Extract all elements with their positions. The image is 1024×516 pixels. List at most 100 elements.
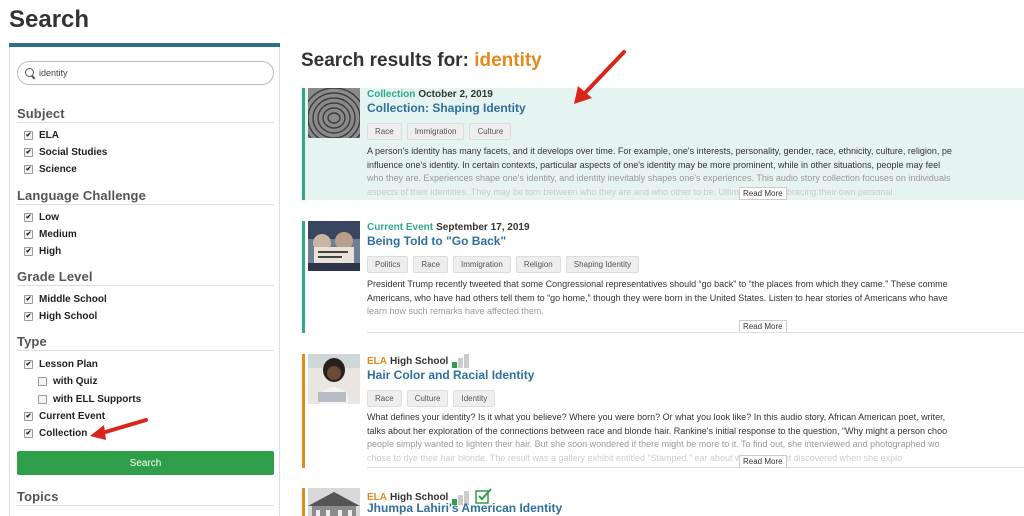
result-type: Collection — [367, 89, 416, 100]
filter-sidebar: Subject ✔ ELA ✔ Social Studies ✔ Science La… — [9, 47, 280, 516]
subject-heading: Subject — [17, 106, 65, 121]
result-meta: Collection October 2, 2019 — [367, 89, 493, 100]
result-thumbnail[interactable] — [308, 221, 360, 271]
tag[interactable]: Race — [367, 123, 402, 140]
checkbox-unchecked-icon[interactable] — [38, 377, 47, 386]
results-heading-prefix: Search results for: — [301, 50, 469, 71]
result-subject: ELA — [367, 355, 387, 367]
divider — [17, 505, 274, 506]
search-button[interactable]: Search — [17, 451, 274, 475]
annotation-arrow-icon — [574, 50, 626, 104]
checkbox-checked-icon[interactable]: ✔ — [24, 213, 33, 222]
topics-heading[interactable]: Topics — [17, 489, 59, 504]
results-search-term: identity — [474, 50, 542, 71]
result-divider — [367, 467, 1024, 468]
result-grade: High School — [390, 355, 449, 367]
divider — [17, 204, 274, 205]
result-title-link[interactable]: Collection: Shaping Identity — [367, 101, 526, 115]
result-title-link[interactable]: Jhumpa Lahiri's American Identity — [367, 501, 562, 515]
result-card[interactable]: ELA High School Hair Color and Racial Id… — [302, 354, 1024, 468]
result-card[interactable]: Collection October 2, 2019 Collection: S… — [302, 88, 1024, 200]
checkbox-checked-icon[interactable]: ✔ — [24, 148, 33, 157]
tag[interactable]: Shaping Identity — [565, 256, 640, 273]
filter-label: Middle School — [39, 294, 107, 305]
result-thumbnail[interactable] — [308, 88, 360, 138]
checkbox-checked-icon[interactable]: ✔ — [24, 165, 33, 174]
tag[interactable]: Race — [367, 390, 402, 407]
filter-with-ell-supports[interactable]: with ELL Supports — [38, 394, 141, 405]
checkbox-checked-icon[interactable]: ✔ — [24, 429, 33, 438]
filter-label: High — [39, 246, 62, 257]
divider — [17, 122, 274, 123]
result-description: What defines your identity? Is it what y… — [367, 411, 1024, 465]
result-date: October 2, 2019 — [418, 89, 493, 100]
filter-label: Lesson Plan — [39, 359, 98, 370]
result-divider — [367, 332, 1024, 333]
tag[interactable]: Culture — [406, 390, 449, 407]
checkbox-checked-icon[interactable]: ✔ — [24, 247, 33, 256]
tag[interactable]: Culture — [469, 123, 512, 140]
tag[interactable]: Immigration — [406, 123, 465, 140]
checkbox-checked-icon[interactable]: ✔ — [24, 412, 33, 421]
filter-label: Social Studies — [39, 147, 108, 158]
tag[interactable]: Religion — [515, 256, 561, 273]
filter-label: Collection — [39, 428, 88, 439]
result-accent-bar — [302, 488, 305, 516]
result-title-link[interactable]: Hair Color and Racial Identity — [367, 368, 534, 382]
filter-social-studies[interactable]: ✔ Social Studies — [24, 147, 107, 158]
result-title-link[interactable]: Being Told to "Go Back" — [367, 234, 506, 248]
filter-middle-school[interactable]: ✔ Middle School — [24, 294, 107, 305]
checkbox-checked-icon[interactable]: ✔ — [24, 131, 33, 140]
filter-science[interactable]: ✔ Science — [24, 164, 77, 175]
filter-lesson-plan[interactable]: ✔ Lesson Plan — [24, 359, 98, 370]
checkbox-checked-icon[interactable]: ✔ — [24, 360, 33, 369]
result-thumbnail[interactable] — [308, 488, 360, 516]
description-line: people simply wanted to lighten their ha… — [367, 439, 940, 449]
filter-high-school[interactable]: ✔ High School — [24, 311, 97, 322]
checkbox-checked-icon[interactable]: ✔ — [24, 312, 33, 321]
tag[interactable]: Race — [413, 256, 449, 273]
description-line: talks about her exploration of the conne… — [367, 425, 948, 436]
filter-label: with Quiz — [53, 376, 98, 387]
search-box[interactable] — [17, 61, 274, 85]
results-heading: Search results for: identity — [301, 50, 542, 72]
read-more-button[interactable]: Read More — [739, 187, 787, 200]
filter-ela[interactable]: ✔ ELA — [24, 130, 59, 141]
description-line: learn how such remarks have affected the… — [367, 306, 544, 316]
filter-high[interactable]: ✔ High — [24, 246, 61, 257]
checkbox-checked-icon[interactable]: ✔ — [24, 230, 33, 239]
result-thumbnail[interactable] — [308, 354, 360, 404]
result-card[interactable]: Current Event September 17, 2019 Being T… — [302, 221, 1024, 334]
checkbox-checked-icon[interactable]: ✔ — [24, 295, 33, 304]
result-accent-bar — [302, 88, 305, 200]
filter-label: Medium — [39, 229, 77, 240]
language-challenge-heading: Language Challenge — [17, 188, 146, 203]
filter-label: Science — [39, 164, 77, 175]
search-icon — [25, 67, 36, 79]
checkbox-unchecked-icon[interactable] — [38, 395, 47, 404]
description-line: A person's identity has many facets, and… — [367, 146, 952, 156]
result-meta: Current Event September 17, 2019 — [367, 222, 530, 233]
tag[interactable]: Immigration — [453, 256, 511, 273]
page-title: Search — [9, 6, 90, 33]
search-input[interactable] — [39, 68, 259, 78]
filter-with-quiz[interactable]: with Quiz — [38, 376, 97, 387]
filter-collection[interactable]: ✔ Collection — [24, 428, 87, 439]
tag[interactable]: Politics — [367, 256, 409, 273]
result-tags: Race Culture Identity — [367, 390, 496, 407]
result-type: Current Event — [367, 222, 434, 233]
result-date: September 17, 2019 — [436, 222, 530, 233]
result-meta: ELA High School — [367, 354, 470, 368]
result-accent-bar — [302, 354, 305, 468]
filter-medium[interactable]: ✔ Medium — [24, 229, 77, 240]
description-line: What defines your identity? Is it what y… — [367, 412, 946, 422]
divider — [17, 350, 274, 351]
result-card[interactable]: ELA High School Jhumpa Lahiri's American… — [302, 488, 1024, 516]
grade-level-heading: Grade Level — [17, 269, 93, 284]
filter-low[interactable]: ✔ Low — [24, 212, 59, 223]
filter-label: with ELL Supports — [53, 394, 142, 405]
filter-label: ELA — [39, 130, 59, 141]
description-line: who they are. Experiences shape one's id… — [367, 173, 951, 183]
description-line: Americans, who have had others tell them… — [367, 292, 948, 303]
tag[interactable]: Identity — [453, 390, 496, 407]
